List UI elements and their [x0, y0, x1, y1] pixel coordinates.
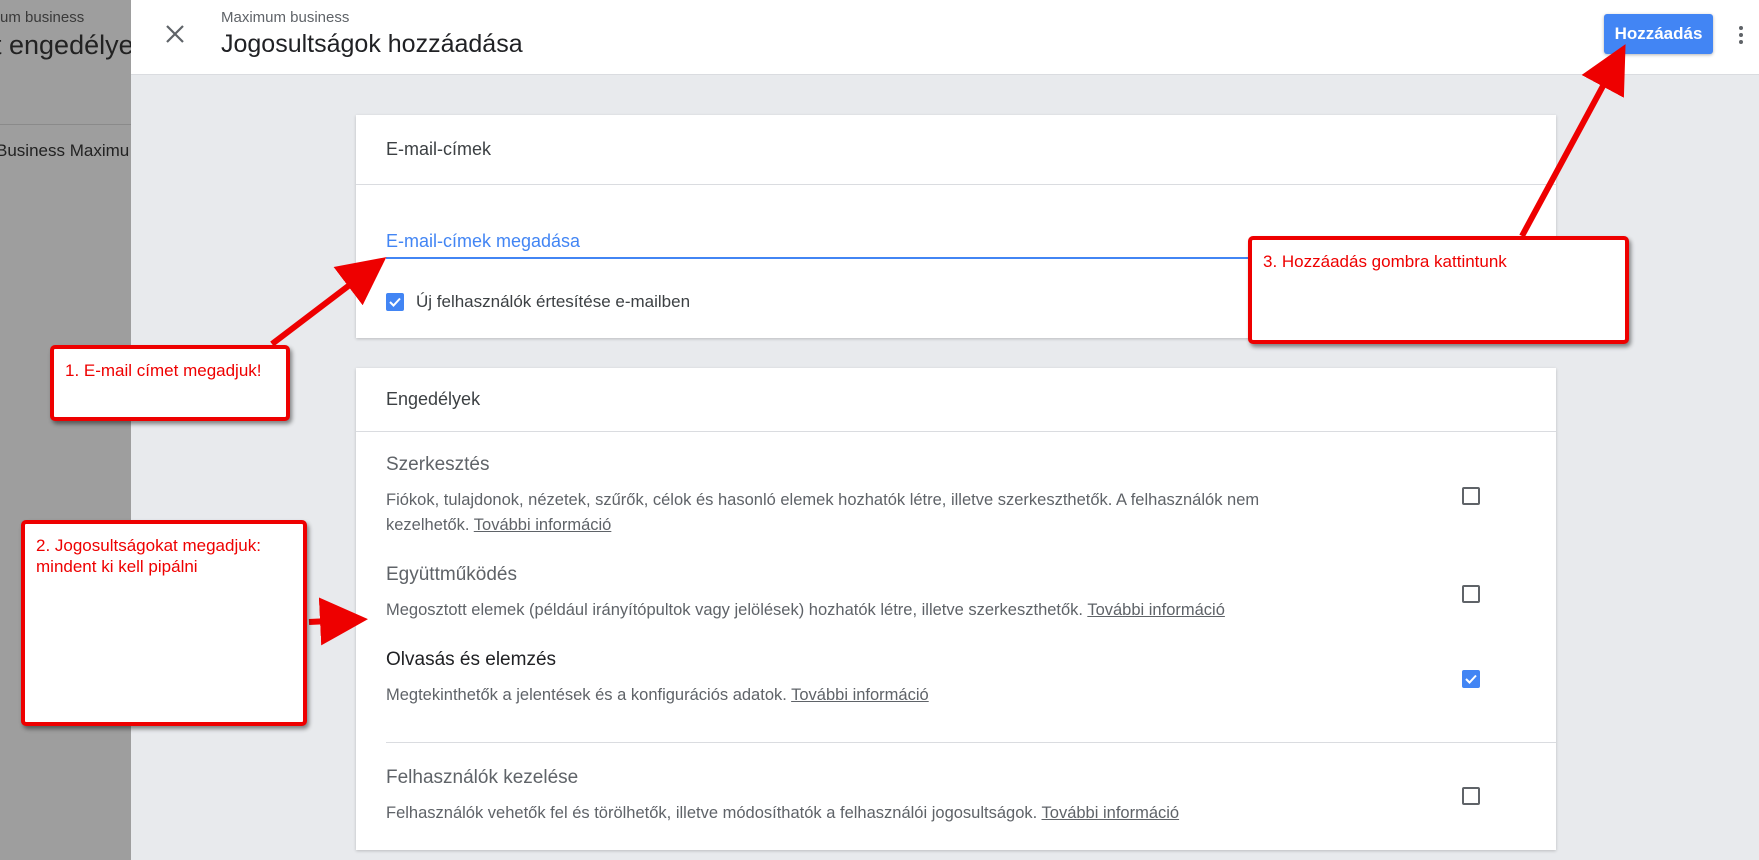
page-title: Jogosultságok hozzáadása [221, 30, 523, 58]
permission-description: Fiókok, tulajdonok, nézetek, szűrők, cél… [386, 491, 1260, 534]
more-info-link[interactable]: További információ [474, 516, 612, 534]
more-info-link[interactable]: További információ [1087, 601, 1225, 619]
permission-checkbox-manage-users[interactable] [1462, 787, 1480, 805]
notify-row: Új felhasználók értesítése e-mailben [386, 292, 690, 312]
background-page: um business t engedélye Business Maximu [0, 0, 131, 860]
permission-title: Együttműködés [386, 564, 517, 585]
background-title: t engedélye [0, 30, 131, 60]
add-permissions-panel: Maximum business Jogosultságok hozzáadás… [131, 0, 1759, 860]
permission-title: Felhasználók kezelése [386, 767, 579, 788]
background-list-item: Business Maximu [0, 141, 130, 160]
more-info-link[interactable]: További információ [791, 686, 929, 704]
permission-description: Felhasználók vehetők fel és törölhetők, … [386, 804, 1180, 822]
permission-edit: Szerkesztés Fiókok, tulajdonok, nézetek,… [386, 454, 1526, 538]
more-vert-icon[interactable] [1731, 20, 1751, 50]
close-icon[interactable] [159, 18, 191, 50]
annotation-step1: 1. E-mail címet megadjuk! [50, 345, 290, 421]
background-subtitle: um business [0, 9, 85, 26]
permission-read-analyze: Olvasás és elemzés Megtekinthetők a jele… [386, 649, 1526, 708]
permission-description: Megtekinthetők a jelentések és a konfigu… [386, 686, 929, 704]
account-name: Maximum business [221, 9, 350, 26]
permission-checkbox-collaborate[interactable] [1462, 585, 1480, 603]
email-card-heading: E-mail-címek [356, 115, 1556, 185]
notify-label: Új felhasználók értesítése e-mailben [416, 292, 691, 311]
permission-divider [386, 742, 1556, 743]
more-info-link[interactable]: További információ [1042, 804, 1180, 822]
add-button[interactable]: Hozzáadás [1604, 14, 1713, 54]
annotation-step3: 3. Hozzáadás gombra kattintunk [1248, 236, 1629, 344]
permission-checkbox-edit[interactable] [1462, 487, 1480, 505]
background-divider [0, 124, 131, 125]
permission-title: Olvasás és elemzés [386, 649, 557, 670]
permission-checkbox-read-analyze[interactable] [1462, 670, 1480, 688]
annotation-step2: 2. Jogosultságokat megadjuk: mindent ki … [21, 520, 307, 726]
permission-manage-users: Felhasználók kezelése Felhasználók vehet… [386, 767, 1526, 826]
permission-description: Megosztott elemek (például irányítópulto… [386, 601, 1225, 619]
panel-header: Maximum business Jogosultságok hozzáadás… [131, 0, 1759, 75]
permissions-card-heading: Engedélyek [356, 368, 1556, 432]
permission-collaborate: Együttműködés Megosztott elemek (például… [386, 564, 1526, 623]
notify-checkbox[interactable] [386, 293, 404, 311]
permission-title: Szerkesztés [386, 454, 490, 475]
permissions-card: Engedélyek Szerkesztés Fiókok, tulajdono… [356, 368, 1556, 850]
